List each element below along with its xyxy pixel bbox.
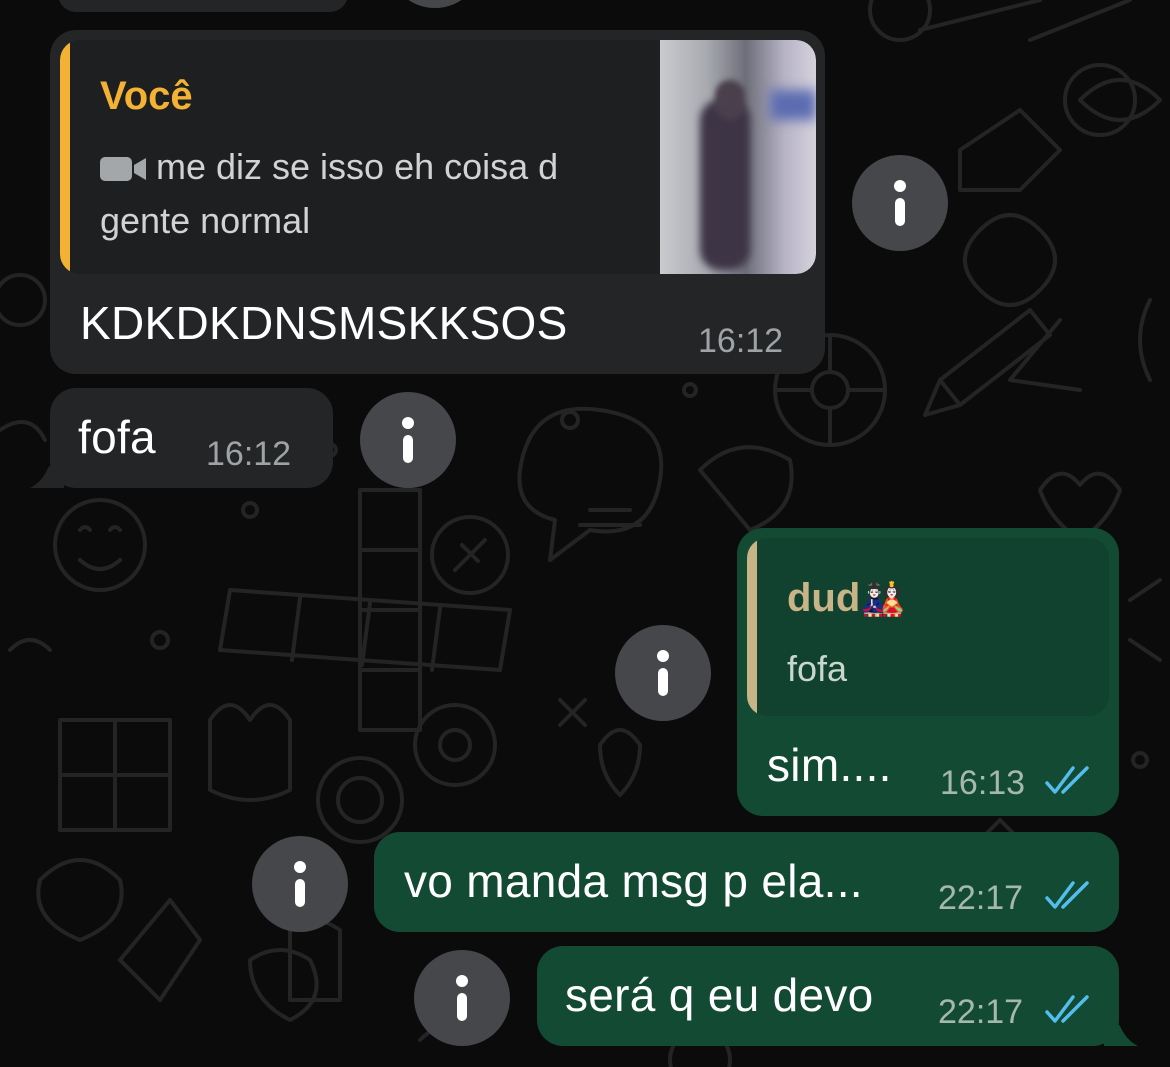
message-text: vo manda msg p ela... xyxy=(404,855,863,907)
quote-accent-bar xyxy=(747,538,757,716)
read-receipt-icon xyxy=(1045,881,1089,909)
message-bubble-outgoing[interactable]: dud🎎 fofa sim.... 16:13 xyxy=(737,528,1119,816)
quote-author-emoji: 🎎 xyxy=(860,578,906,619)
message-text: sim.... xyxy=(767,739,892,791)
message-time: 22:17 xyxy=(938,879,1024,917)
message-time: 16:12 xyxy=(206,435,292,473)
message-time: 22:17 xyxy=(938,993,1024,1031)
message-bubble-outgoing[interactable]: será q eu devo 22:17 xyxy=(537,946,1119,1046)
video-thumbnail[interactable] xyxy=(660,40,816,274)
message-time: 16:12 xyxy=(698,322,784,360)
quote-author: dud🎎 xyxy=(787,576,905,621)
read-receipt-icon xyxy=(1045,766,1089,794)
message-text: KDKDKDNSMSKKSOS xyxy=(80,297,568,349)
quote-author-name: dud xyxy=(787,576,861,620)
info-icon xyxy=(294,861,306,907)
quote-text: me diz se isso eh coisa d gente normal xyxy=(100,140,620,248)
info-icon xyxy=(456,975,468,1021)
message-bubble-outgoing[interactable]: vo manda msg p ela... 22:17 xyxy=(374,832,1119,932)
info-button[interactable] xyxy=(360,392,456,488)
quoted-reply[interactable]: Você me diz se isso eh coisa d gente nor… xyxy=(60,40,816,274)
quote-accent-bar xyxy=(60,40,70,274)
message-bubble-incoming[interactable]: fofa 16:12 xyxy=(50,388,333,488)
message-text: fofa xyxy=(78,411,156,463)
info-button[interactable] xyxy=(852,155,948,251)
bubble-tail xyxy=(30,450,64,488)
info-button[interactable] xyxy=(252,836,348,932)
message-bubble-incoming[interactable]: Você me diz se isso eh coisa d gente nor… xyxy=(50,30,825,374)
message-time: 16:13 xyxy=(940,764,1026,802)
video-camera-icon xyxy=(100,157,146,182)
info-button[interactable] xyxy=(414,950,510,1046)
info-icon xyxy=(657,650,669,696)
bubble-tail xyxy=(1104,1008,1138,1046)
quote-text: fofa xyxy=(787,648,848,689)
info-icon xyxy=(402,417,414,463)
info-button[interactable] xyxy=(615,625,711,721)
quote-message-text: me diz se isso eh coisa d gente normal xyxy=(100,146,559,241)
read-receipt-icon xyxy=(1045,995,1089,1023)
message-text: será q eu devo xyxy=(565,969,874,1021)
info-icon xyxy=(894,180,906,226)
quoted-reply[interactable]: dud🎎 fofa xyxy=(747,538,1109,716)
quote-author: Você xyxy=(100,74,193,118)
